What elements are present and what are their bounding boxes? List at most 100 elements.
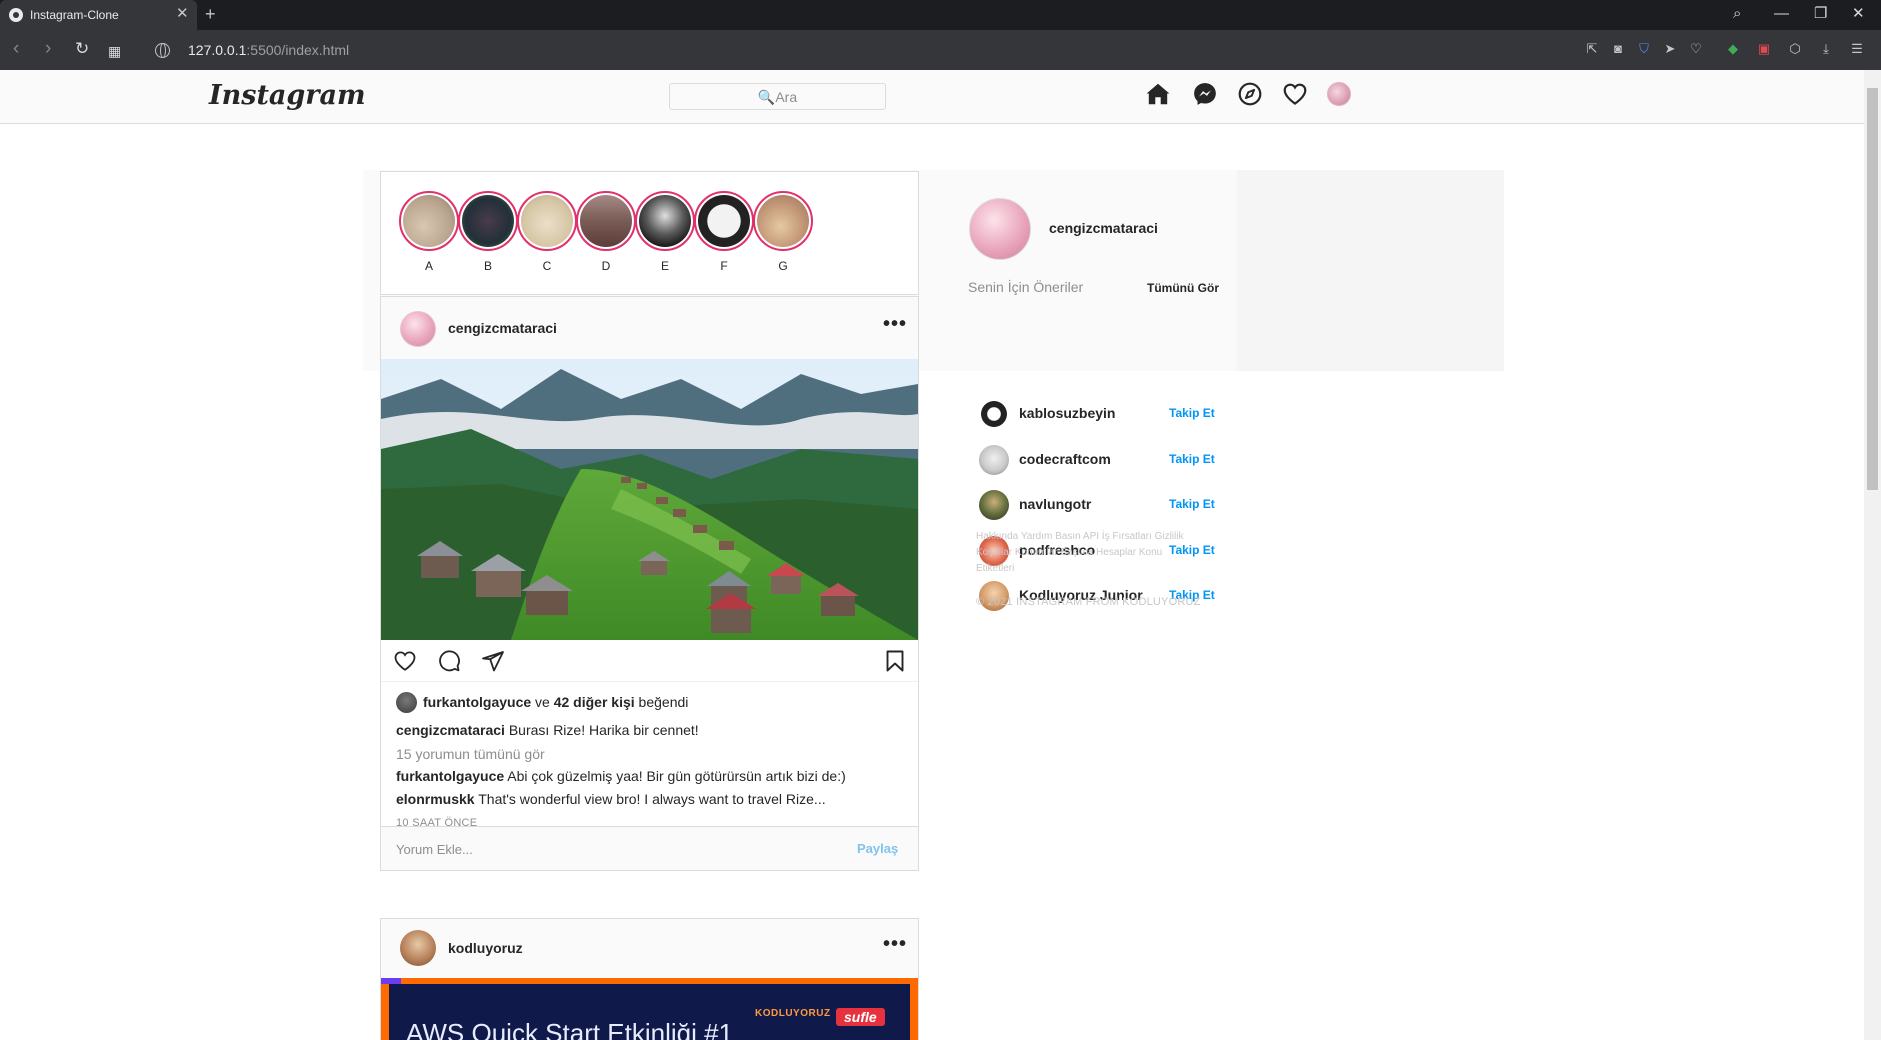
explore-icon[interactable] — [1237, 81, 1263, 107]
more-options-icon[interactable]: ••• — [883, 313, 907, 336]
story-item[interactable]: B — [458, 191, 518, 273]
save-icon[interactable] — [883, 649, 907, 673]
see-all-link[interactable]: Tümünü Gör — [1147, 281, 1219, 295]
caption-username[interactable]: cengizcmataraci — [396, 722, 505, 738]
page-scrollbar[interactable] — [1864, 70, 1881, 1040]
suggestions-title: Senin İçin Öneriler — [968, 279, 1084, 295]
send-icon[interactable]: ➤ — [1662, 41, 1678, 57]
post-author-avatar[interactable] — [400, 311, 436, 347]
footer-links[interactable]: Hakkında Yardım Basın API İş Fırsatları … — [976, 529, 1196, 577]
story-ring[interactable] — [576, 191, 636, 251]
tab-close-icon[interactable]: ✕ — [176, 6, 189, 22]
address-field[interactable]: 127.0.0.1:5500/index.html — [188, 42, 349, 58]
profile-avatar[interactable] — [1327, 82, 1351, 106]
post-author-username[interactable]: cengizcmataraci — [448, 320, 557, 336]
post-card: cengizcmataraci ••• furkantolgayuce ve 4… — [380, 296, 919, 871]
post-author-avatar[interactable] — [400, 930, 436, 966]
share-icon[interactable] — [481, 649, 505, 673]
download-icon[interactable]: ⤓ — [1818, 41, 1834, 57]
post-author-username[interactable]: kodluyoruz — [448, 940, 523, 956]
story-item[interactable]: F — [694, 191, 754, 273]
story-label: C — [542, 259, 552, 273]
story-item[interactable]: D — [576, 191, 636, 273]
story-avatar — [403, 195, 455, 247]
likes-others[interactable]: 42 diğer kişi — [554, 694, 635, 710]
sidebar-username[interactable]: cengizcmataraci — [1049, 220, 1158, 236]
story-item[interactable]: E — [635, 191, 695, 273]
post-image[interactable] — [381, 359, 918, 640]
likes-line: furkantolgayuce ve 42 diğer kişi beğendi — [396, 691, 688, 713]
follow-button[interactable]: Takip Et — [1169, 497, 1215, 511]
site-info-icon[interactable] — [155, 43, 170, 58]
ig-header: Instagram — [0, 70, 1864, 124]
restore-icon[interactable]: ❐ — [1814, 5, 1827, 23]
tab-search-icon[interactable]: ⌕ — [1733, 5, 1741, 23]
follow-button[interactable]: Takip Et — [1169, 452, 1215, 466]
page: Instagram A B C D E F G — [0, 70, 1864, 1040]
speed-dial-icon[interactable]: ▦ — [108, 41, 121, 61]
menu-icon[interactable]: ☰ — [1849, 41, 1865, 57]
story-ring[interactable] — [517, 191, 577, 251]
follow-button[interactable]: Takip Et — [1169, 406, 1215, 420]
suggestion-avatar[interactable] — [979, 445, 1009, 475]
post-comment-button[interactable]: Paylaş — [857, 841, 898, 856]
post-header: kodluyoruz ••• — [381, 919, 918, 978]
liker-avatar[interactable] — [396, 691, 417, 713]
story-label: B — [483, 259, 492, 273]
search-input[interactable] — [669, 83, 886, 110]
story-item[interactable]: A — [399, 191, 459, 273]
back-icon[interactable]: ‹ — [13, 39, 19, 59]
extension-red-icon[interactable]: ▣ — [1756, 41, 1772, 57]
suggestion-avatar[interactable] — [979, 490, 1009, 520]
story-item[interactable]: C — [517, 191, 577, 273]
heart-bookmark-icon[interactable]: ♡ — [1688, 41, 1704, 57]
sidebar-profile-avatar[interactable] — [969, 198, 1031, 260]
story-ring[interactable] — [458, 191, 518, 251]
messenger-icon[interactable] — [1192, 81, 1218, 107]
suggestion-row: codecraftcom Takip Et — [979, 445, 1219, 475]
suggestion-username[interactable]: codecraftcom — [1019, 451, 1111, 467]
story-item[interactable]: G — [753, 191, 813, 273]
like-icon[interactable] — [393, 649, 417, 673]
reload-icon[interactable]: ↻ — [75, 39, 89, 59]
new-tab-icon[interactable]: + — [205, 4, 216, 24]
heart-icon[interactable] — [1282, 81, 1308, 107]
liker-username[interactable]: furkantolgayuce — [423, 694, 531, 710]
share-page-icon[interactable]: ⇱ — [1584, 41, 1600, 57]
more-options-icon[interactable]: ••• — [883, 933, 907, 956]
comment: elonrmuskk That's wonderful view bro! I … — [396, 791, 826, 807]
story-ring[interactable] — [399, 191, 459, 251]
story-ring[interactable] — [694, 191, 754, 251]
likes-suffix: beğendi — [634, 694, 689, 710]
banner-title: AWS Quick Start Etkinliği #1 — [406, 1018, 734, 1040]
likes-and: ve — [531, 694, 554, 710]
comment-input[interactable] — [396, 839, 796, 859]
story-ring[interactable] — [635, 191, 695, 251]
suggestion-avatar[interactable] — [979, 399, 1009, 429]
suggestion-username[interactable]: navlungotr — [1019, 496, 1091, 512]
story-label: A — [424, 259, 433, 273]
banner-badge: sufle — [836, 1008, 885, 1026]
tab-title: Instagram-Clone — [30, 8, 119, 22]
cube-icon[interactable]: ⬡ — [1787, 41, 1803, 57]
shield-icon[interactable]: ⛉ — [1636, 41, 1652, 57]
comment-icon[interactable] — [437, 649, 461, 673]
minimize-icon[interactable]: — — [1774, 5, 1789, 23]
scrollbar-thumb[interactable] — [1867, 88, 1878, 490]
forward-icon[interactable]: › — [45, 39, 51, 59]
instagram-logo[interactable]: Instagram — [209, 80, 366, 111]
comment-username[interactable]: elonrmuskk — [396, 791, 475, 807]
side-area-background — [1237, 170, 1504, 371]
home-icon[interactable] — [1145, 81, 1171, 107]
post-image[interactable]: AWS Quick Start Etkinliği #1 KODLUYORUZ … — [381, 978, 918, 1040]
extension-icon[interactable]: ◆ — [1725, 41, 1741, 57]
tab-favicon-icon — [9, 8, 23, 22]
comment-username[interactable]: furkantolgayuce — [396, 768, 504, 784]
caption: cengizcmataraci Burası Rize! Harika bir … — [396, 722, 699, 738]
browser-tab[interactable]: Instagram-Clone ✕ — [0, 0, 197, 30]
close-window-icon[interactable]: ✕ — [1852, 5, 1865, 23]
story-ring[interactable] — [753, 191, 813, 251]
view-all-comments-link[interactable]: 15 yorumun tümünü gör — [396, 746, 545, 762]
camera-icon[interactable]: ◙ — [1610, 41, 1626, 57]
suggestion-username[interactable]: kablosuzbeyin — [1019, 405, 1115, 421]
